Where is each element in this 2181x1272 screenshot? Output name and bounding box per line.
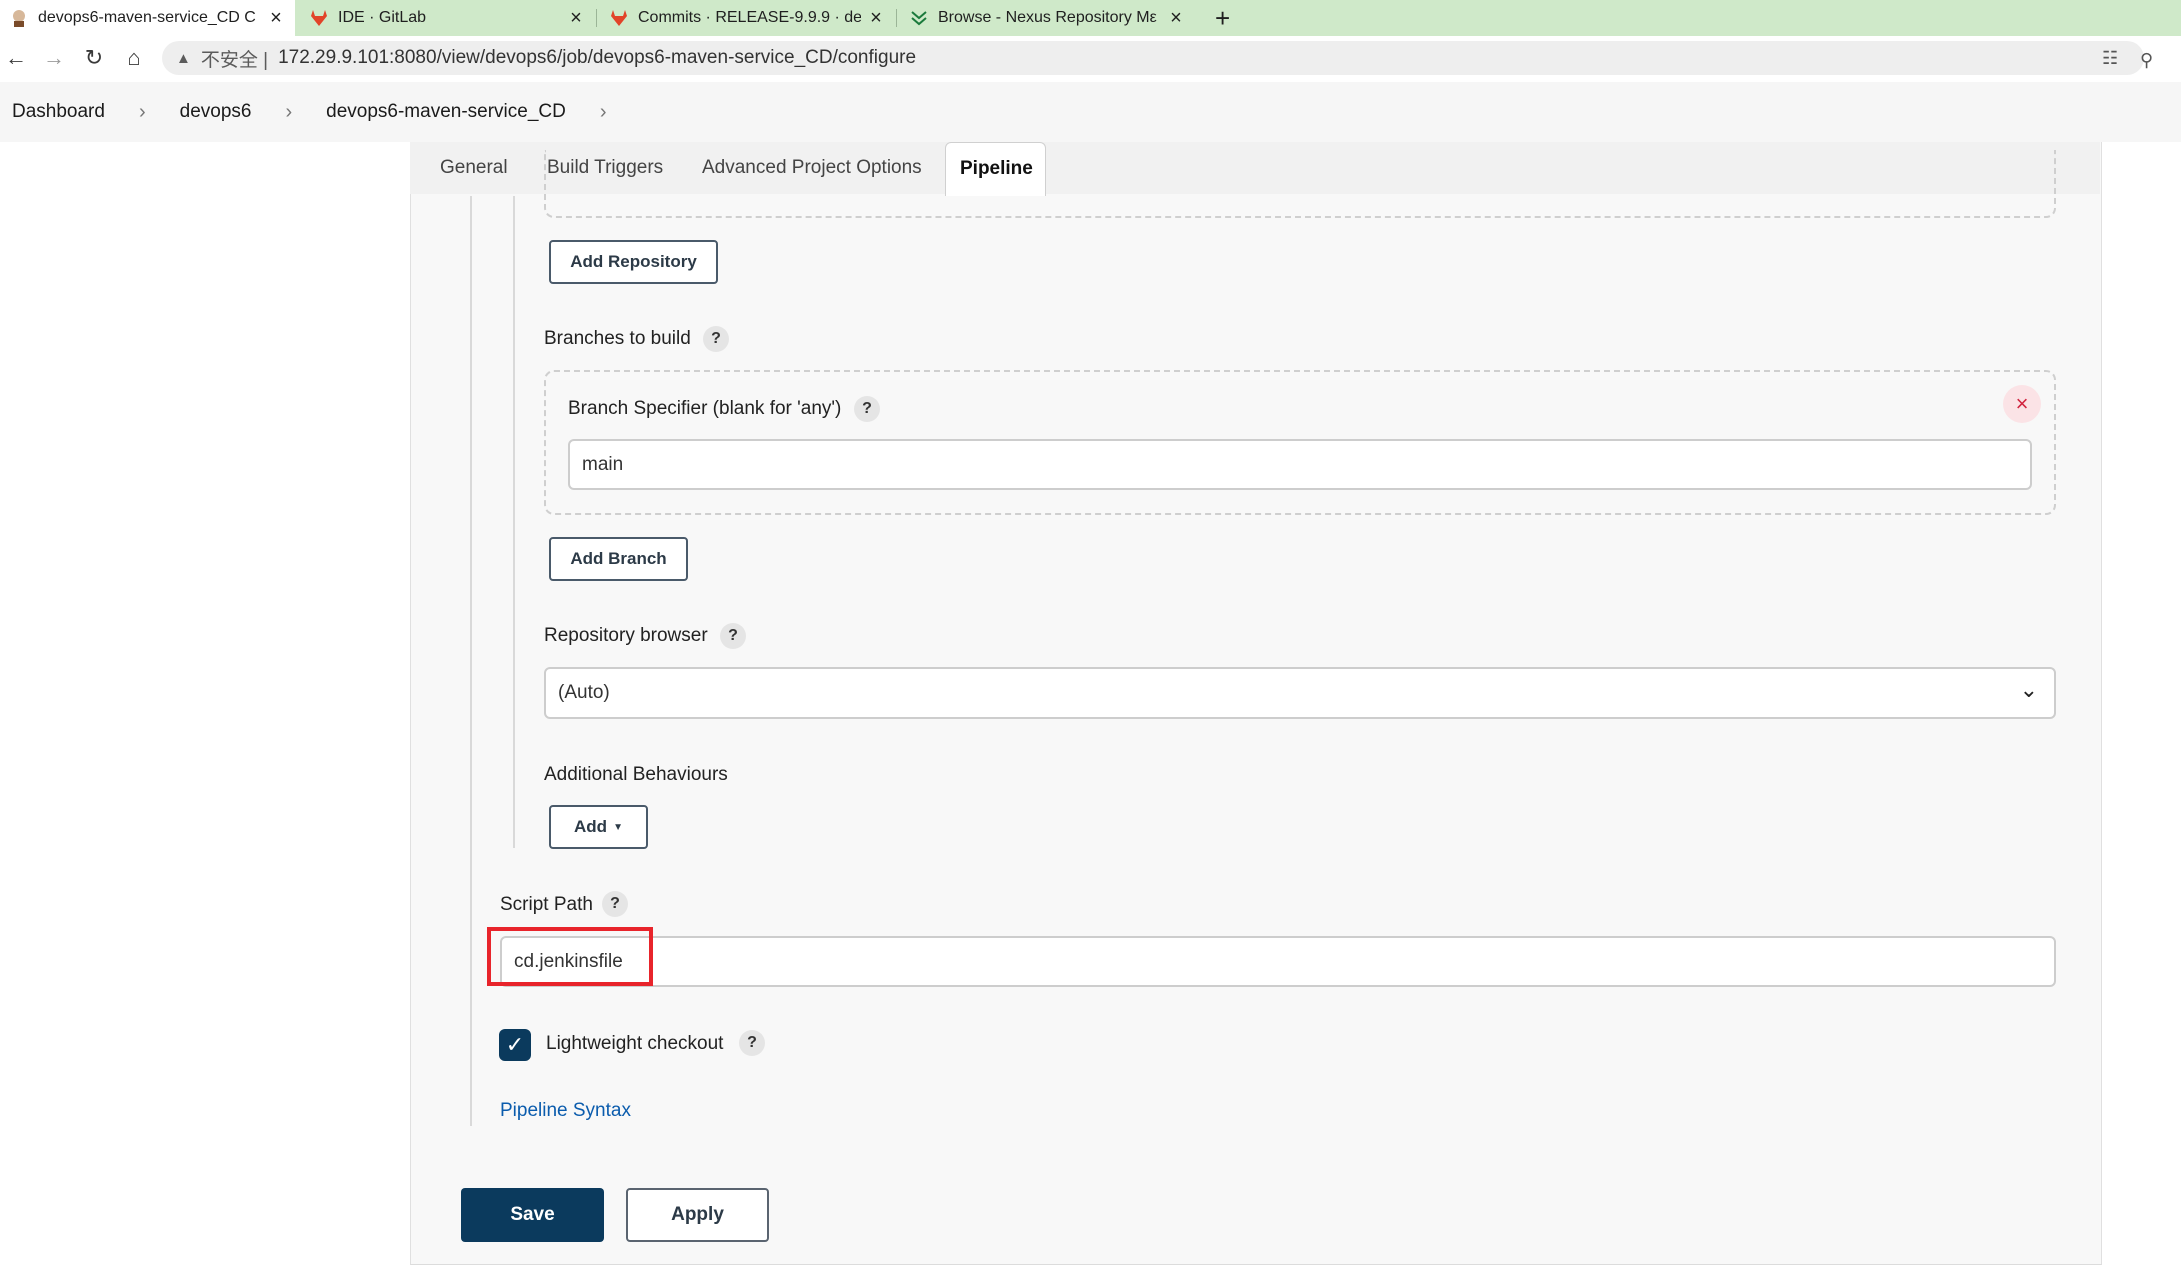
tab-divider xyxy=(896,9,897,27)
tab-title: Browse - Nexus Repository Mε xyxy=(938,9,1157,26)
help-icon[interactable]: ? xyxy=(720,623,746,649)
caret-down-icon: ▼ xyxy=(613,821,623,833)
annotation-highlight-box xyxy=(487,927,653,986)
back-icon[interactable]: ← xyxy=(2,44,30,72)
close-tab-icon[interactable]: × xyxy=(567,7,585,30)
branch-specifier-label: Branch Specifier (blank for 'any') xyxy=(568,398,842,419)
help-icon[interactable]: ? xyxy=(602,891,628,917)
apply-button[interactable]: Apply xyxy=(626,1188,769,1242)
forward-icon[interactable]: → xyxy=(40,44,68,72)
breadcrumb: Dashboard › devops6 › devops6-maven-serv… xyxy=(0,82,2181,142)
add-behaviour-button[interactable]: Add ▼ xyxy=(549,805,648,849)
jenkins-icon xyxy=(13,10,25,27)
browser-tab-gitlab-ide[interactable]: IDE · GitLab × xyxy=(300,0,595,36)
close-tab-icon[interactable]: × xyxy=(867,7,885,30)
chevron-right-icon: › xyxy=(138,100,146,123)
save-button[interactable]: Save xyxy=(461,1188,604,1242)
tab-divider xyxy=(596,9,597,27)
branches-label: Branches to build xyxy=(544,328,691,349)
additional-behaviours-label: Additional Behaviours xyxy=(544,764,728,785)
reload-icon[interactable]: ↻ xyxy=(80,44,108,72)
repository-browser-label: Repository browser xyxy=(544,625,708,646)
add-button-label: Add xyxy=(574,817,608,836)
url-text: 172.29.9.101:8080/view/devops6/job/devop… xyxy=(278,47,917,68)
home-icon[interactable]: ⌂ xyxy=(120,44,148,72)
close-tab-icon[interactable]: × xyxy=(1167,7,1185,30)
browser-tab-gitlab-commits[interactable]: Commits · RELEASE-9.9.9 · dev × xyxy=(600,0,895,36)
script-path-label: Script Path xyxy=(500,894,593,915)
section-guide-line xyxy=(470,196,472,1126)
add-repository-button[interactable]: Add Repository xyxy=(549,240,718,284)
add-branch-button[interactable]: Add Branch xyxy=(549,537,688,581)
warning-icon: ▲ xyxy=(176,49,191,67)
pipeline-syntax-link[interactable]: Pipeline Syntax xyxy=(500,1100,631,1122)
url-field[interactable]: ▲ 不安全 | 172.29.9.101:8080/view/devops6/j… xyxy=(162,41,2144,75)
chevron-right-icon: › xyxy=(599,100,607,123)
tab-title: Commits · RELEASE-9.9.9 · dev xyxy=(638,9,861,26)
repository-browser-select[interactable]: (Auto) ⌄ xyxy=(544,667,2056,719)
breadcrumb-job[interactable]: devops6-maven-service_CD xyxy=(318,101,574,123)
tab-title: IDE · GitLab xyxy=(338,9,427,26)
help-icon[interactable]: ? xyxy=(854,396,880,422)
breadcrumb-devops6[interactable]: devops6 xyxy=(172,101,260,123)
remove-branch-icon[interactable]: × xyxy=(2003,385,2041,423)
browser-tab-strip: devops6-maven-service_CD C × IDE · GitLa… xyxy=(0,0,2181,36)
insecure-label: 不安全 | xyxy=(200,49,269,71)
tab-title: devops6-maven-service_CD C xyxy=(38,9,256,26)
gitlab-icon xyxy=(311,10,327,26)
help-icon[interactable]: ? xyxy=(739,1030,765,1056)
branch-specifier-input[interactable]: main xyxy=(568,439,2032,490)
chevron-down-icon: ⌄ xyxy=(2019,677,2038,702)
browser-tab-jenkins[interactable]: devops6-maven-service_CD C × xyxy=(0,0,295,36)
gitlab-icon xyxy=(611,10,627,26)
chevron-right-icon: › xyxy=(285,100,293,123)
lightweight-checkout-label: Lightweight checkout xyxy=(546,1033,724,1054)
section-guide-line xyxy=(513,196,515,848)
address-bar-row: ← → ↻ ⌂ ▲ 不安全 | 172.29.9.101:8080/view/d… xyxy=(0,36,2181,83)
translate-icon[interactable]: ☷ xyxy=(2102,48,2118,69)
browser-tab-nexus[interactable]: Browse - Nexus Repository Mε × xyxy=(900,0,1195,36)
script-path-input[interactable]: cd.jenkinsfile xyxy=(500,936,2056,987)
nexus-icon xyxy=(911,11,927,26)
new-tab-button[interactable]: + xyxy=(1205,0,1245,36)
repository-box xyxy=(544,150,2056,218)
select-value: (Auto) xyxy=(558,682,610,703)
tab-general[interactable]: General xyxy=(440,142,508,194)
lightweight-checkout-checkbox[interactable]: ✓ xyxy=(499,1029,531,1061)
breadcrumb-dashboard[interactable]: Dashboard xyxy=(0,101,113,123)
help-icon[interactable]: ? xyxy=(703,326,729,352)
zoom-icon[interactable]: ⚲ xyxy=(2140,50,2153,71)
close-tab-icon[interactable]: × xyxy=(267,7,285,30)
